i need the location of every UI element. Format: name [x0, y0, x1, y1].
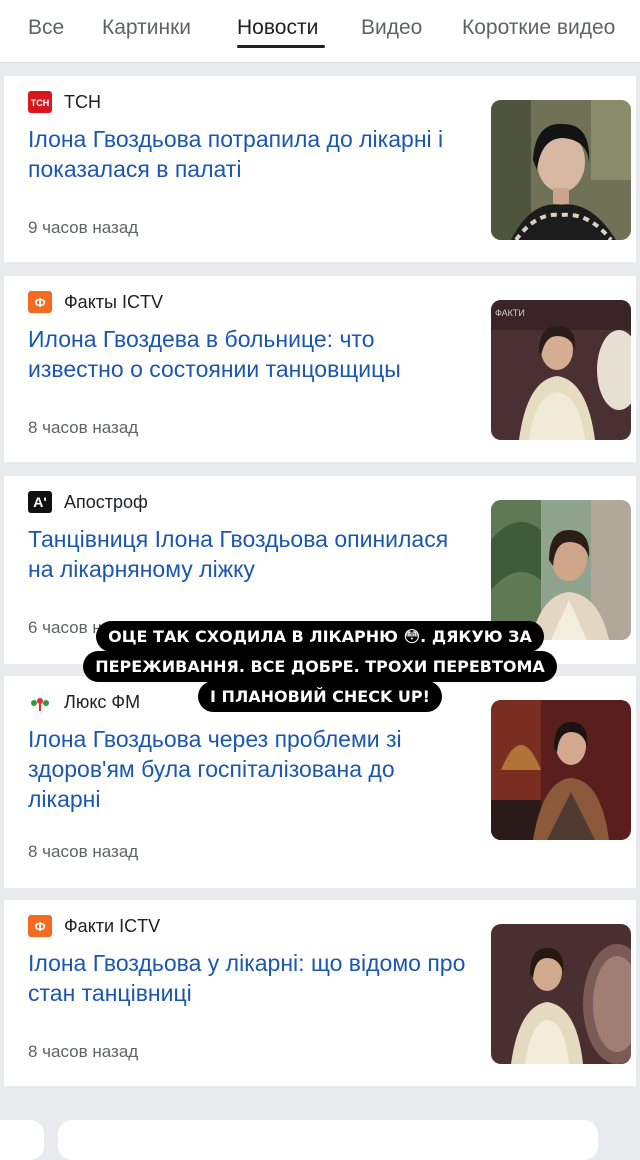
news-headline-link[interactable]: Танцівниця Ілона Гвоздьова опинилася на … — [28, 524, 468, 584]
source-name: Люкс ФМ — [64, 691, 141, 712]
news-thumbnail[interactable] — [491, 924, 631, 1064]
news-headline-link[interactable]: Илона Гвоздева в больнице: что известно … — [28, 324, 468, 384]
news-timestamp: 9 часов назад — [28, 218, 139, 237]
news-headline-link[interactable]: Ілона Гвоздьова у лікарні: що відомо про… — [28, 948, 468, 1008]
ictv-logo-icon: Ф — [28, 291, 52, 313]
news-source: Ф Факти ICTV — [28, 914, 160, 938]
news-source: Люкс ФМ — [28, 690, 140, 714]
news-headline-link[interactable]: Ілона Гвоздьова потрапила до лікарні і п… — [28, 124, 468, 184]
tab-news[interactable]: Новости — [237, 16, 318, 40]
source-name: Факты ICTV — [64, 291, 163, 312]
tab-all[interactable]: Все — [28, 16, 64, 40]
bottom-area — [0, 1100, 640, 1160]
bottom-card-left — [0, 1120, 44, 1160]
news-timestamp: 6 часов назад — [28, 618, 139, 637]
news-thumbnail[interactable]: ФАКТИ — [491, 300, 631, 440]
news-timestamp: 8 часов назад — [28, 842, 139, 861]
source-name: Апостроф — [64, 491, 148, 512]
source-name: Факти ICTV — [64, 915, 161, 936]
news-card[interactable]: ТСН ТСН Ілона Гвоздьова потрапила до лік… — [4, 76, 636, 262]
tab-short-videos[interactable]: Короткие видео — [462, 16, 615, 40]
source-name: ТСН — [64, 91, 101, 112]
svg-text:Ф: Ф — [34, 295, 45, 310]
news-card[interactable]: A' Апостроф Танцівниця Ілона Гвоздьова о… — [4, 476, 636, 664]
news-card[interactable]: Люкс ФМ Ілона Гвоздьова через проблеми з… — [4, 676, 636, 888]
svg-text:ТСН: ТСН — [31, 98, 50, 108]
news-source: ТСН ТСН — [28, 90, 101, 114]
news-source: A' Апостроф — [28, 490, 148, 514]
news-thumbnail[interactable] — [491, 500, 631, 640]
tab-videos[interactable]: Видео — [361, 16, 422, 40]
news-card[interactable]: Ф Факты ICTV Илона Гвоздева в больнице: … — [4, 276, 636, 462]
tsn-logo-icon: ТСН — [28, 91, 52, 113]
luxfm-logo-icon — [28, 691, 52, 713]
tab-images[interactable]: Картинки — [102, 16, 191, 40]
news-thumbnail[interactable] — [491, 100, 631, 240]
svg-text:A': A' — [33, 494, 46, 510]
news-headline-link[interactable]: Ілона Гвоздьова через проблеми зі здоров… — [28, 724, 468, 814]
search-tabs: Все Картинки Новости Видео Короткие виде… — [0, 0, 640, 63]
svg-text:ФАКТИ: ФАКТИ — [495, 308, 525, 318]
news-thumbnail[interactable] — [491, 700, 631, 840]
ictv-logo-icon: Ф — [28, 915, 52, 937]
active-tab-indicator — [237, 45, 325, 48]
news-timestamp: 8 часов назад — [28, 418, 139, 437]
bottom-card — [58, 1120, 598, 1160]
news-source: Ф Факты ICTV — [28, 290, 163, 314]
news-timestamp: 8 часов назад — [28, 1042, 139, 1061]
apostrof-logo-icon: A' — [28, 491, 52, 513]
news-card[interactable]: Ф Факти ICTV Ілона Гвоздьова у лікарні: … — [4, 900, 636, 1086]
svg-text:Ф: Ф — [34, 919, 45, 934]
